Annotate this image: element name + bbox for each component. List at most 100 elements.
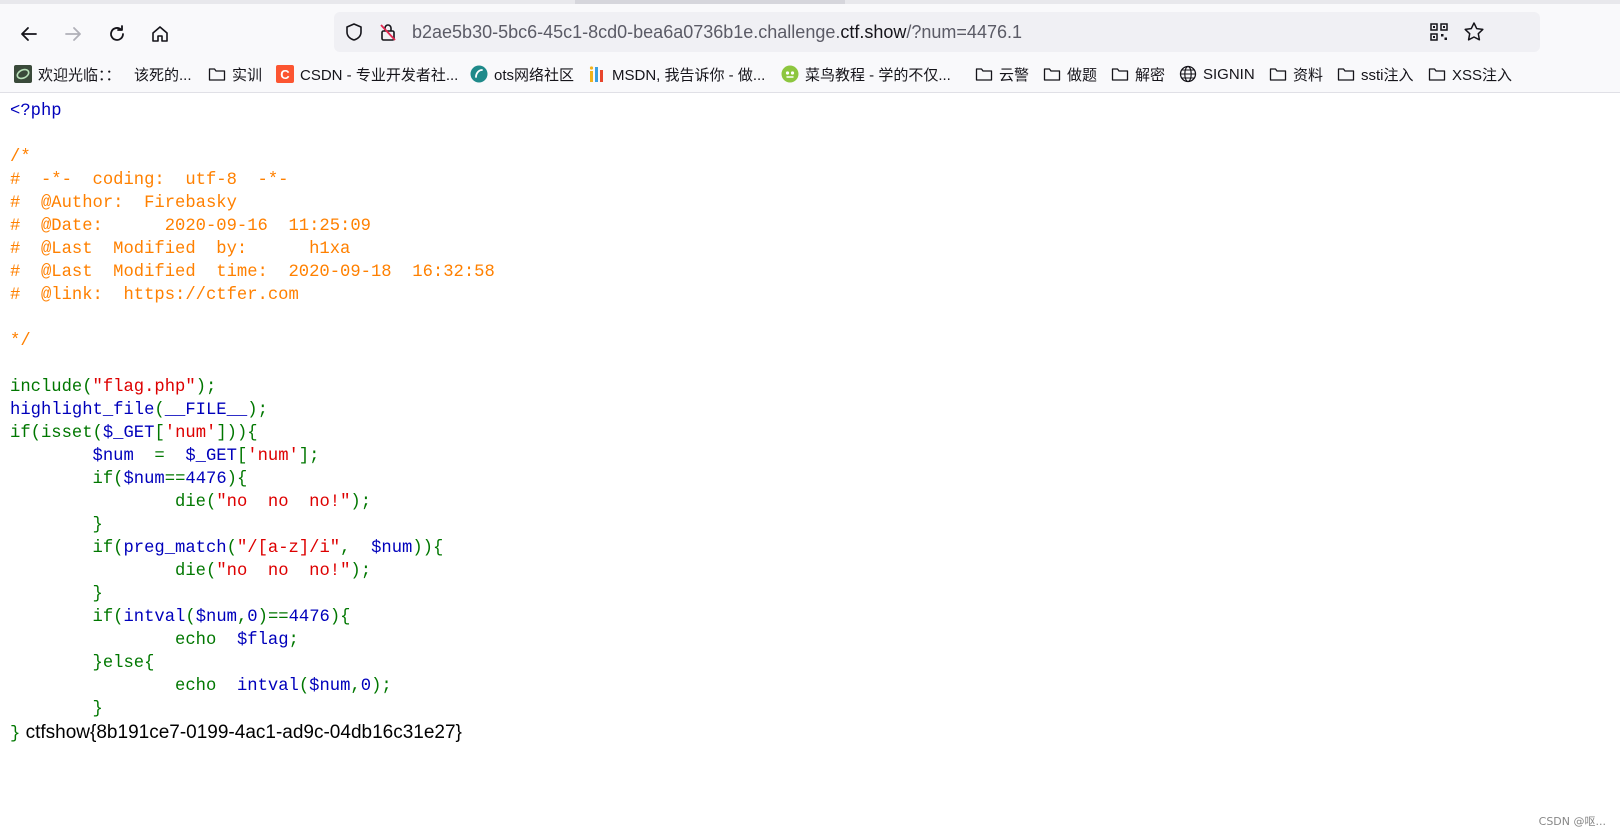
csdn-icon: C (276, 65, 294, 83)
code-comment: # @Last Modified by: h1xa (10, 240, 351, 259)
code-function: highlight_file (10, 401, 155, 420)
back-button[interactable] (12, 17, 46, 51)
code-comment: # -*- coding: utf-8 -*- (10, 171, 289, 190)
home-icon (152, 26, 168, 42)
bookmark-label: 资料 (1293, 66, 1324, 84)
code-variable: $_GET (185, 447, 237, 466)
browser-toolbar: b2ae5b30-5bc6-45c1-8cd0-bea6a0736b1e.cha… (0, 4, 1620, 58)
url-text[interactable]: b2ae5b30-5bc6-45c1-8cd0-bea6a0736b1e.cha… (412, 22, 1022, 43)
bookmark-ots[interactable]: ots网络社区 (470, 62, 574, 86)
reload-button[interactable] (100, 17, 134, 51)
bookmark-star-icon[interactable] (1463, 21, 1485, 43)
folder-icon (1043, 68, 1061, 81)
code-comment: # @Date: 2020-09-16 11:25:09 (10, 217, 371, 236)
bookmark-folder-ziliao[interactable]: 资料 (1269, 62, 1323, 86)
code-string: "flag.php" (92, 378, 196, 397)
code-string: "/[a-z]/i" (236, 539, 341, 558)
bookmark-label: ots网络社区 (494, 66, 575, 84)
code-string: "no no no!" (216, 493, 351, 512)
bookmark-folder-ssti[interactable]: ssti注入 (1337, 62, 1414, 86)
insecure-lock-icon[interactable] (378, 22, 398, 42)
bookmark-label: 做题 (1067, 66, 1098, 84)
folder-icon (1337, 68, 1355, 81)
code-keyword: echo (175, 631, 217, 650)
bookmark-signin[interactable]: SIGNIN (1179, 62, 1255, 86)
code-variable: $_GET (102, 424, 155, 443)
folder-icon (1111, 68, 1129, 81)
qr-code-icon[interactable] (1429, 22, 1449, 42)
forward-button[interactable] (56, 17, 90, 51)
folder-icon (975, 68, 993, 81)
bookmark-label: 该死的... (134, 66, 192, 84)
code-keyword: die (175, 493, 206, 512)
url-suffix: /?num=4476.1 (906, 22, 1022, 42)
code-variable: $num (371, 539, 413, 558)
ots-icon (470, 65, 488, 83)
bookmarks-bar: 欢迎光临：： 该死的... 实训 C CSDN - 专业开发者社... ots网… (0, 58, 1620, 93)
bookmark-label: 云警 (999, 66, 1030, 84)
shield-icon[interactable] (344, 22, 364, 42)
folder-icon (1269, 68, 1287, 81)
bookmark-label: XSS注入 (1452, 66, 1513, 84)
folder-icon (208, 68, 226, 81)
code-constant: __FILE__ (164, 401, 248, 420)
code-number: 0 (247, 608, 258, 627)
bookmark-folder-zuoti[interactable]: 做题 (1043, 62, 1097, 86)
bookmark-welcome[interactable]: 欢迎光临：： (14, 62, 121, 86)
bookmark-label: 欢迎光临：： (38, 66, 121, 84)
code-keyword: if (92, 608, 114, 627)
bookmark-label: 解密 (1135, 66, 1166, 84)
bookmark-label: 实训 (232, 66, 263, 84)
bookmark-label: 菜鸟教程 - 学的不仅... (805, 66, 951, 84)
bookmark-folder-shixun[interactable]: 实训 (208, 62, 262, 86)
folder-icon (1428, 68, 1446, 81)
bookmark-label: SIGNIN (1203, 65, 1255, 83)
code-comment: # @Last Modified time: 2020-09-18 16:32:… (10, 263, 495, 282)
code-keyword: include (10, 378, 83, 397)
code-keyword: die (175, 562, 206, 581)
code-string: "no no no!" (216, 562, 351, 581)
code-comment: /* (10, 148, 31, 167)
bookmark-msdn[interactable]: MSDN, 我告诉你 - 做... (588, 62, 765, 86)
code-comment: */ (10, 332, 31, 351)
bookmark-label: MSDN, 我告诉你 - 做... (612, 66, 766, 84)
bookmark-label: CSDN - 专业开发者社... (300, 66, 459, 84)
code-variable: $num (123, 470, 165, 489)
bookmark-label: ssti注入 (1361, 66, 1414, 84)
bookmark-runoob[interactable]: 菜鸟教程 - 学的不仅... (781, 62, 951, 86)
php-source-code: <?php /* # -*- coding: utf-8 -*- # @Auth… (10, 102, 495, 744)
bookmark-folder-yunjing[interactable]: 云警 (975, 62, 1029, 86)
code-function: preg_match (123, 539, 227, 558)
svg-text:C: C (280, 67, 290, 82)
code-number: 4476 (288, 608, 330, 627)
code-variable: $num (309, 677, 351, 696)
code-variable: $num (92, 447, 134, 466)
code-comment: # @Author: Firebasky (10, 194, 237, 213)
bookmark-folder-jiemi[interactable]: 解密 (1111, 62, 1165, 86)
code-keyword: if (92, 539, 114, 558)
code-keyword: echo (175, 677, 217, 696)
watermark: CSDN @呕... (1538, 815, 1606, 828)
code-keyword: if (92, 470, 114, 489)
code-string: 'num' (164, 424, 217, 443)
runoob-icon (781, 65, 799, 83)
code-keyword: else (102, 654, 145, 673)
bookmark-damn[interactable]: 该死的... (134, 62, 192, 86)
swirl-icon (14, 65, 32, 83)
url-bar[interactable]: b2ae5b30-5bc6-45c1-8cd0-bea6a0736b1e.cha… (334, 12, 1540, 52)
code-string: 'num' (247, 447, 299, 466)
bookmark-csdn[interactable]: C CSDN - 专业开发者社... (276, 62, 458, 86)
url-host: ctf.show (840, 22, 907, 42)
code-function: intval (236, 677, 299, 696)
code-keyword: if (10, 424, 31, 443)
url-prefix: b2ae5b30-5bc6-45c1-8cd0-bea6a0736b1e.cha… (412, 22, 841, 42)
code-variable: $num (195, 608, 237, 627)
code-number: 4476 (185, 470, 227, 489)
code-number: 0 (360, 677, 372, 696)
php-open-tag: <?php (10, 102, 62, 121)
code-variable: $flag (236, 631, 289, 650)
code-keyword: isset( (40, 424, 103, 443)
bookmark-folder-xss[interactable]: XSS注入 (1428, 62, 1512, 86)
home-button[interactable] (143, 17, 177, 51)
msdn-icon (589, 66, 603, 82)
